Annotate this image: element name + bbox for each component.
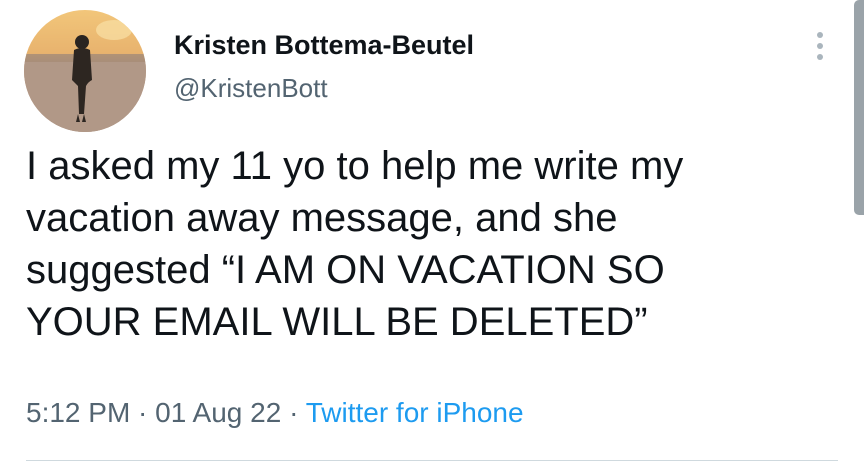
display-name[interactable]: Kristen Bottema-Beutel	[174, 28, 474, 62]
more-vertical-icon	[817, 32, 823, 60]
handle[interactable]: @KristenBott	[174, 72, 474, 104]
meta-separator: ·	[130, 397, 156, 428]
divider	[26, 460, 838, 461]
scrollbar[interactable]	[854, 0, 864, 215]
tweet-text: I asked my 11 yo to help me write my vac…	[26, 144, 684, 344]
meta-separator: ·	[281, 397, 306, 428]
tweet-date[interactable]: 01 Aug 22	[155, 397, 281, 428]
tweet-meta: 5:12 PM · 01 Aug 22 · Twitter for iPhone	[26, 395, 524, 431]
tweet-time[interactable]: 5:12 PM	[26, 397, 130, 428]
more-options-button[interactable]	[800, 26, 840, 66]
tweet-source-link[interactable]: Twitter for iPhone	[306, 397, 524, 428]
avatar-photo	[24, 10, 146, 132]
author-block: Kristen Bottema-Beutel @KristenBott	[174, 28, 474, 104]
avatar[interactable]	[24, 10, 146, 132]
tweet-card: Kristen Bottema-Beutel @KristenBott I as…	[0, 0, 864, 469]
